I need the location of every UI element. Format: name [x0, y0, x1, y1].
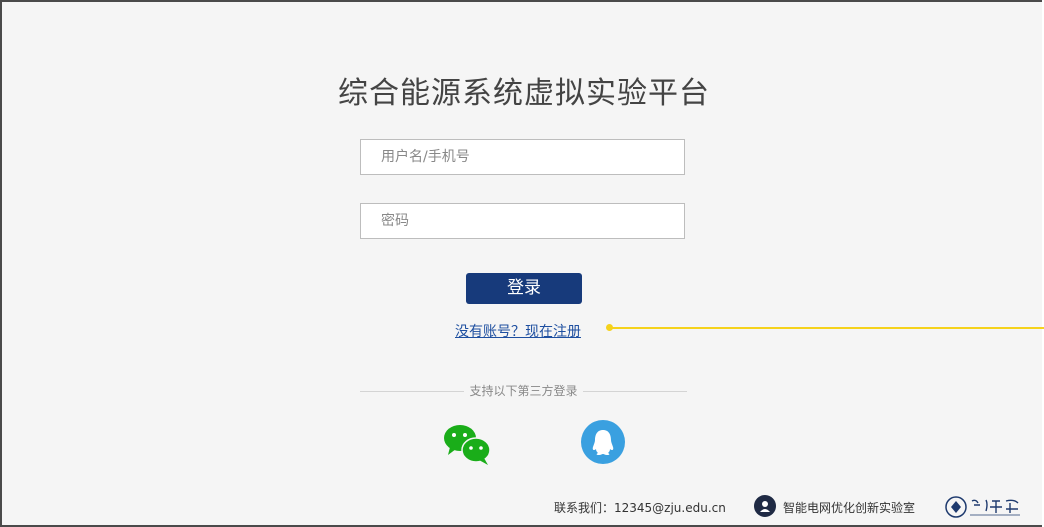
login-button[interactable]: 登录	[466, 273, 582, 304]
lab-logo-icon	[754, 495, 776, 517]
qq-login-button[interactable]	[581, 420, 625, 464]
username-input[interactable]	[360, 139, 685, 175]
callout-line	[612, 327, 1044, 329]
qq-penguin-icon	[592, 430, 614, 455]
wechat-login-button[interactable]	[442, 422, 492, 466]
login-page: 综合能源系统虚拟实验平台 登录 没有账号？现在注册 支持以下第三方登录 联系我们…	[0, 0, 1044, 527]
zju-logo-icon	[944, 495, 1022, 519]
register-link[interactable]: 没有账号？现在注册	[455, 321, 581, 341]
lab-name: 智能电网优化创新实验室	[783, 501, 916, 515]
footer-contact: 联系我们：12345@zju.edu.cn	[554, 501, 726, 515]
password-input[interactable]	[360, 203, 685, 239]
third-party-divider-text: 支持以下第三方登录	[469, 384, 578, 398]
divider-left	[360, 391, 464, 392]
page-title: 综合能源系统虚拟实验平台	[338, 76, 710, 111]
wechat-icon	[444, 425, 491, 465]
divider-right	[583, 391, 687, 392]
